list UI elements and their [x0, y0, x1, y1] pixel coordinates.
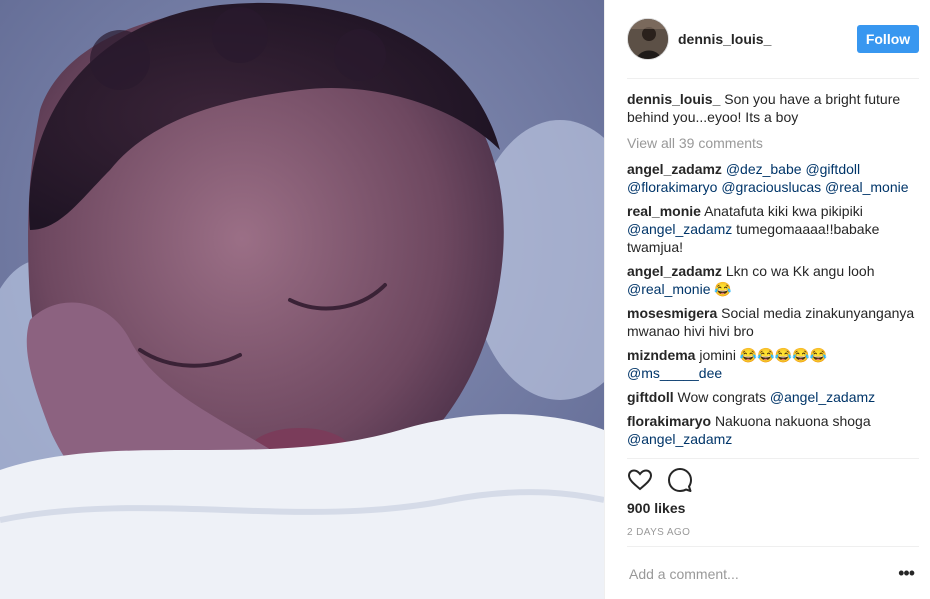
- comment-username[interactable]: angel_zadamz: [627, 161, 722, 177]
- comment-username[interactable]: real_monie: [627, 203, 701, 219]
- mention-link[interactable]: @graciouslucas: [721, 179, 821, 195]
- comment-text: Anatafuta kiki kwa pikipiki: [704, 203, 863, 219]
- footer-divider: [627, 546, 919, 547]
- post-header: dennis_louis_ Follow: [627, 18, 919, 62]
- newborn-photo: [0, 0, 604, 599]
- comment-text: 😂: [710, 281, 732, 297]
- mention-link[interactable]: @real_monie: [627, 281, 710, 297]
- comment-text: Nakuona nakuona shoga: [714, 413, 871, 429]
- mention-link[interactable]: @giftdoll: [805, 161, 860, 177]
- comment-username[interactable]: mizndema: [627, 347, 695, 363]
- post-timestamp[interactable]: 2 DAYS AGO: [627, 527, 690, 538]
- comment-item: mosesmigera Social media zinakunyanganya…: [627, 304, 919, 340]
- likes-count[interactable]: 900 likes: [627, 500, 685, 516]
- comments-divider: [627, 458, 919, 459]
- post-sidebar: dennis_louis_ Follow dennis_louis_ Son y…: [604, 0, 930, 599]
- mention-link[interactable]: @angel_zadamz: [627, 431, 732, 447]
- comment-username[interactable]: mosesmigera: [627, 305, 717, 321]
- post-photo[interactable]: [0, 0, 604, 599]
- mention-link[interactable]: @angel_zadamz: [627, 221, 732, 237]
- follow-button[interactable]: Follow: [857, 25, 919, 53]
- action-bar: [627, 467, 919, 493]
- header-divider: [627, 78, 919, 79]
- comment-item: angel_zadamz Lkn co wa Kk angu looh @rea…: [627, 262, 919, 298]
- comment-item: florakimaryo Nakuona nakuona shoga @ange…: [627, 412, 919, 448]
- mention-link[interactable]: @florakimaryo: [627, 179, 717, 195]
- comment-username[interactable]: florakimaryo: [627, 413, 711, 429]
- comment-username[interactable]: angel_zadamz: [627, 263, 722, 279]
- mention-link[interactable]: @ms_____dee: [627, 365, 722, 381]
- author-username[interactable]: dennis_louis_: [678, 31, 771, 47]
- comment-username[interactable]: giftdoll: [627, 389, 674, 405]
- comment-text: Lkn co wa Kk angu looh: [725, 263, 875, 279]
- comment-text: Wow congrats: [677, 389, 770, 405]
- comment-item: mizndema jomini 😂😂😂😂😂 @ms_____dee: [627, 346, 919, 382]
- view-all-comments-link[interactable]: View all 39 comments: [627, 134, 919, 152]
- comment-text: jomini 😂😂😂😂😂: [699, 347, 827, 363]
- caption: dennis_louis_ Son you have a bright futu…: [627, 90, 919, 126]
- comment-icon[interactable]: [667, 467, 693, 493]
- caption-username[interactable]: dennis_louis_: [627, 91, 720, 107]
- heart-icon[interactable]: [627, 467, 653, 493]
- mention-link[interactable]: @real_monie: [825, 179, 908, 195]
- more-options-icon[interactable]: •••: [898, 564, 915, 582]
- profile-picture: [628, 19, 668, 59]
- add-comment-input[interactable]: Add a comment...: [629, 566, 739, 582]
- comment-item: real_monie Anatafuta kiki kwa pikipiki @…: [627, 202, 919, 256]
- avatar[interactable]: [627, 18, 669, 60]
- comments-list: dennis_louis_ Son you have a bright futu…: [627, 90, 919, 458]
- comment-entries: angel_zadamz @dez_babe @giftdoll @florak…: [627, 160, 919, 448]
- comment-item: giftdoll Wow congrats @angel_zadamz: [627, 388, 919, 406]
- mention-link[interactable]: @dez_babe: [726, 161, 802, 177]
- comment-item: angel_zadamz @dez_babe @giftdoll @florak…: [627, 160, 919, 196]
- mention-link[interactable]: @angel_zadamz: [770, 389, 875, 405]
